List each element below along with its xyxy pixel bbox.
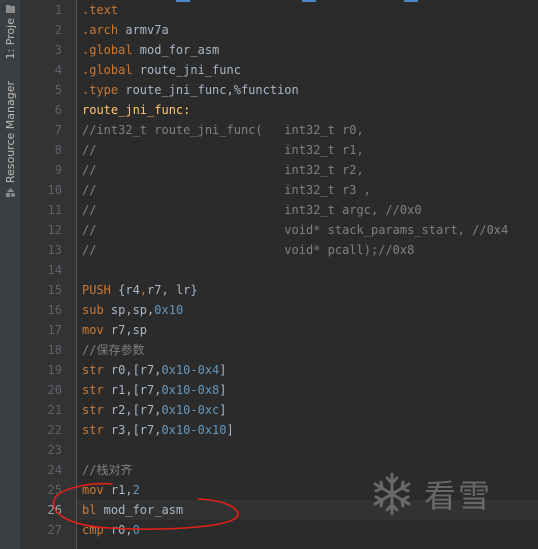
code-line-3: .global mod_for_asm: [82, 43, 220, 57]
line-number: 7: [54, 123, 62, 137]
line-number: 25: [47, 483, 62, 497]
code-line-9: // int32_t r2,: [82, 163, 364, 177]
watermark-text: 看雪: [424, 477, 493, 515]
code-line-18: //保存参数: [82, 343, 145, 357]
line-number: 22: [47, 423, 62, 437]
line-number: 15: [47, 283, 62, 297]
line-number: 1: [54, 3, 62, 17]
code-line-12: // void* stack_params_start, //0x4: [82, 223, 509, 237]
line-number: 20: [47, 383, 62, 397]
line-number: 16: [47, 303, 62, 317]
tab-resource-manager[interactable]: Resource Manager: [0, 78, 20, 198]
code-line-15: PUSH {r4,r7, lr}: [82, 283, 198, 297]
line-number: 2: [54, 23, 62, 37]
line-number: 17: [47, 323, 62, 337]
resource-manager-icon: [5, 188, 15, 198]
tab-resource-manager-label: Resource Manager: [3, 81, 17, 184]
line-number: 4: [54, 63, 62, 77]
line-number: 18: [47, 343, 62, 357]
line-number: 6: [54, 103, 62, 117]
line-number: 12: [47, 223, 62, 237]
code-line-2: .arch armv7a: [82, 23, 169, 37]
code-line-20: str r1,[r7,0x10-0x8]: [82, 383, 227, 397]
code-line-21: str r2,[r7,0x10-0xc]: [82, 403, 227, 417]
watermark: 看雪: [368, 466, 528, 522]
code-line-22: str r3,[r7,0x10-0x10]: [82, 423, 234, 437]
line-number-gutter: 1 2 3 4 5 6 7 8 9 10 11 12 13 14 15 16 1…: [21, 0, 77, 549]
line-number: 24: [47, 463, 62, 477]
line-number: 19: [47, 363, 62, 377]
code-line-19: str r0,[r7,0x10-0x4]: [82, 363, 227, 377]
code-line-17: mov r7,sp: [82, 323, 148, 337]
line-number: 5: [54, 83, 62, 97]
snowflake-icon: [373, 472, 411, 516]
tab-project-label: 1: Proje: [3, 18, 17, 60]
line-number: 14: [47, 263, 62, 277]
folder-icon: [5, 5, 15, 13]
line-number: 9: [54, 163, 62, 177]
code-line-10: // int32_t r3 ,: [82, 183, 371, 197]
code-line-13: // void* pcall);//0x8: [82, 243, 415, 257]
code-line-8: // int32_t r1,: [82, 143, 364, 157]
line-number-current: 26: [47, 503, 62, 517]
line-number: 21: [47, 403, 62, 417]
line-number: 13: [47, 243, 62, 257]
tab-project[interactable]: 1: Proje: [0, 0, 20, 59]
code-line-27: cmp r0,0: [82, 523, 140, 537]
code-line-1: .text: [82, 3, 119, 17]
side-tool-strip: 1: Proje Resource Manager: [0, 0, 21, 549]
code-line-7: //int32_t route_jni_func( int32_t r0,: [82, 123, 364, 137]
line-number: 11: [47, 203, 62, 217]
code-line-6: route_jni_func:: [82, 103, 191, 117]
line-number: 8: [54, 143, 62, 157]
code-line-16: sub sp,sp,0x10: [82, 303, 184, 317]
code-line-11: // int32_t argc, //0x0: [82, 203, 422, 217]
line-number: 3: [54, 43, 62, 57]
code-line-5: .type route_jni_func,%function: [82, 83, 299, 97]
code-line-4: .global route_jni_func: [82, 63, 241, 77]
line-number: 23: [47, 443, 62, 457]
line-number: 27: [47, 523, 62, 537]
line-number: 10: [47, 183, 62, 197]
